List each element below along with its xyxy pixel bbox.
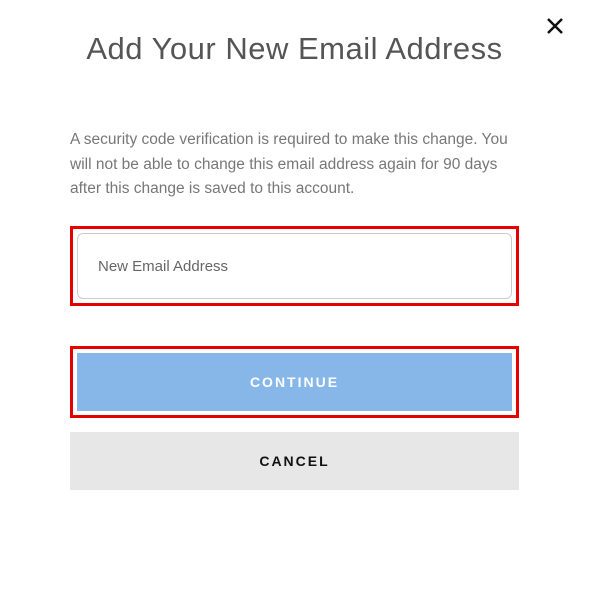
modal-title: Add Your New Email Address bbox=[70, 28, 519, 70]
modal-container: Add Your New Email Address A security co… bbox=[0, 0, 589, 490]
email-input-highlight bbox=[70, 226, 519, 306]
continue-button[interactable]: CONTINUE bbox=[77, 353, 512, 411]
cancel-button[interactable]: CANCEL bbox=[70, 432, 519, 490]
continue-button-highlight: CONTINUE bbox=[70, 346, 519, 418]
modal-description: A security code verification is required… bbox=[70, 128, 519, 202]
close-icon bbox=[545, 16, 565, 36]
close-button[interactable] bbox=[541, 12, 569, 43]
new-email-input[interactable] bbox=[77, 233, 512, 299]
